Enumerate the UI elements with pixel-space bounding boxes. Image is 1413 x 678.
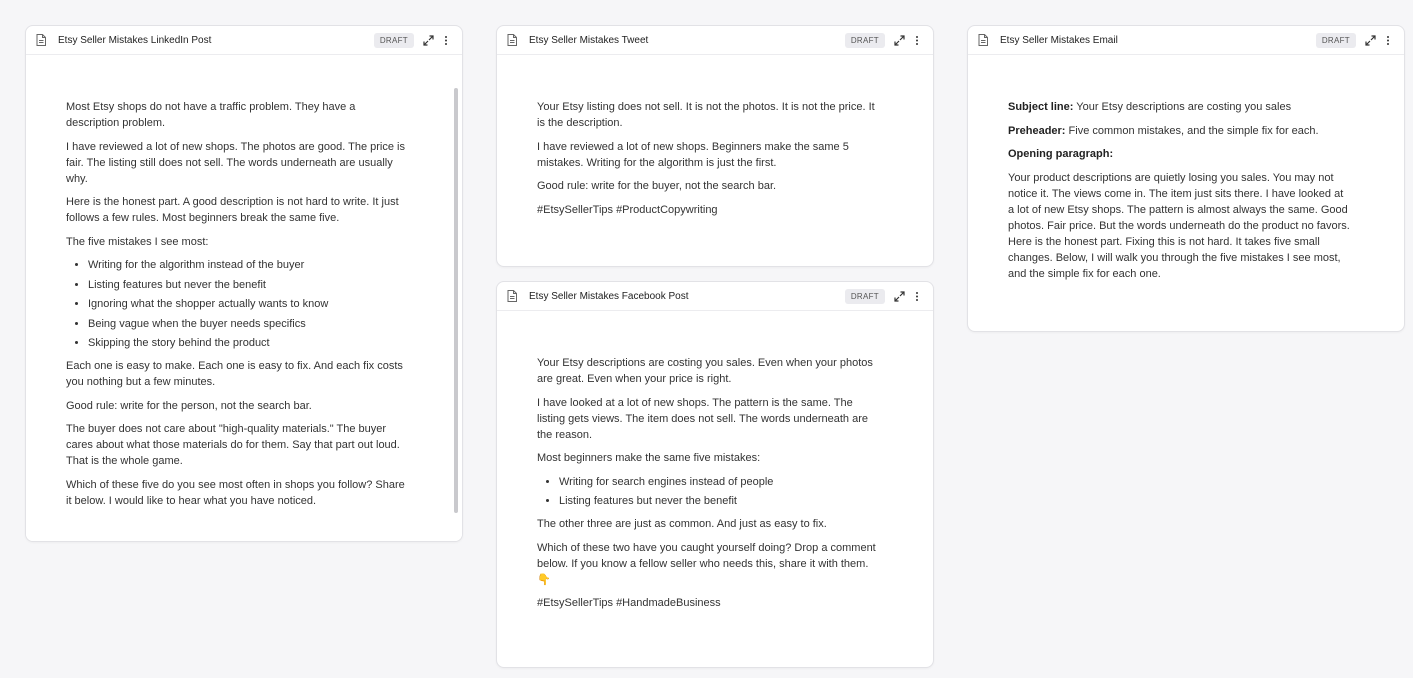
facebook-post-card: Etsy Seller Mistakes Facebook Post DRAFT…	[496, 281, 934, 668]
card-title: Etsy Seller Mistakes LinkedIn Post	[58, 34, 212, 46]
paragraph: Here is the honest part. A good descript…	[66, 196, 399, 224]
bottom-fade	[26, 507, 462, 541]
paragraph: Which of these five do you see most ofte…	[66, 478, 405, 507]
list-item: Writing for the algorithm instead of the…	[88, 257, 408, 273]
list-item: Writing for search engines instead of pe…	[559, 474, 879, 490]
hashtags: #EtsySellerTips #ProductCopywriting	[537, 203, 718, 216]
card-header: Etsy Seller Mistakes Email DRAFT	[968, 26, 1404, 55]
list-item: Ignoring what the shopper actually wants…	[88, 296, 408, 312]
list-item: Listing features but never the benefit	[88, 277, 408, 293]
document-icon	[36, 34, 46, 46]
card-header: Etsy Seller Mistakes LinkedIn Post DRAFT	[26, 26, 462, 55]
expand-icon[interactable]	[422, 34, 434, 46]
list-item: Being vague when the buyer needs specifi…	[88, 316, 408, 332]
preheader-value: Five common mistakes, and the simple fix…	[1065, 124, 1319, 137]
post-body: Most Etsy shops do not have a traffic pr…	[66, 99, 408, 516]
document-icon	[507, 290, 517, 302]
email-card: Etsy Seller Mistakes Email DRAFT Subject…	[967, 25, 1405, 332]
card-header: Etsy Seller Mistakes Tweet DRAFT	[497, 26, 933, 55]
mistakes-list: Writing for search engines instead of pe…	[537, 474, 879, 510]
more-options-icon[interactable]	[440, 34, 452, 46]
paragraph: I have reviewed a lot of new shops. Begi…	[537, 140, 849, 169]
draft-badge: DRAFT	[1315, 32, 1356, 48]
post-body: Your Etsy descriptions are costing you s…	[537, 355, 879, 619]
post-body: Your Etsy listing does not sell. It is n…	[537, 99, 879, 225]
opening-label-text: Opening paragraph:	[1008, 148, 1114, 160]
linkedin-post-card: Etsy Seller Mistakes LinkedIn Post DRAFT…	[25, 25, 463, 542]
card-title: Etsy Seller Mistakes Tweet	[529, 34, 649, 46]
subject-label: Subject line:	[1008, 101, 1074, 113]
more-options-icon[interactable]	[911, 290, 923, 302]
mistakes-list: Writing for the algorithm instead of the…	[66, 257, 408, 351]
draft-badge: DRAFT	[844, 288, 885, 304]
paragraph: I have reviewed a lot of new shops. The …	[66, 140, 405, 185]
tweet-card: Etsy Seller Mistakes Tweet DRAFT Your Et…	[496, 25, 934, 267]
paragraph: Your Etsy listing does not sell. It is n…	[537, 101, 875, 129]
opening-label: Opening paragraph:	[1008, 146, 1350, 162]
paragraph: Good rule: write for the person, not the…	[66, 399, 312, 412]
paragraph: The other three are just as common. And …	[537, 518, 827, 530]
paragraph: Which of these two have you caught yours…	[537, 541, 876, 586]
preheader-label: Preheader:	[1008, 124, 1066, 137]
document-icon	[507, 34, 517, 46]
draft-badge: DRAFT	[844, 32, 885, 48]
list-item: Skipping the story behind the product	[88, 335, 408, 351]
card-title: Etsy Seller Mistakes Email	[1000, 34, 1118, 46]
card-title: Etsy Seller Mistakes Facebook Post	[529, 290, 689, 302]
expand-icon[interactable]	[893, 290, 905, 302]
more-options-icon[interactable]	[911, 34, 923, 46]
paragraph: Most Etsy shops do not have a traffic pr…	[66, 101, 356, 129]
document-icon	[978, 34, 988, 46]
more-options-icon[interactable]	[1382, 34, 1394, 46]
paragraph: The buyer does not care about "high-qual…	[66, 423, 400, 467]
paragraph: Each one is easy to make. Each one is ea…	[66, 360, 403, 388]
paragraph: The five mistakes I see most:	[66, 235, 209, 248]
subject-line: Subject line: Your Etsy descriptions are…	[1008, 99, 1350, 115]
paragraph: Good rule: write for the buyer, not the …	[537, 180, 777, 192]
expand-icon[interactable]	[1364, 34, 1376, 46]
paragraph: Your Etsy descriptions are costing you s…	[537, 357, 873, 385]
draft-badge: DRAFT	[373, 32, 414, 48]
scrollbar[interactable]	[454, 88, 458, 513]
hashtags: #EtsySellerTips #HandmadeBusiness	[537, 597, 721, 609]
expand-icon[interactable]	[893, 34, 905, 46]
paragraph: I have looked at a lot of new shops. The…	[537, 396, 868, 441]
list-item: Listing features but never the benefit	[559, 493, 879, 509]
paragraph: Most beginners make the same five mistak…	[537, 452, 761, 464]
email-body: Subject line: Your Etsy descriptions are…	[1008, 99, 1350, 289]
opening-paragraph: Your product descriptions are quietly lo…	[1008, 171, 1350, 280]
subject-value: Your Etsy descriptions are costing you s…	[1073, 101, 1292, 113]
preheader: Preheader: Five common mistakes, and the…	[1008, 123, 1350, 139]
card-header: Etsy Seller Mistakes Facebook Post DRAFT	[497, 282, 933, 311]
